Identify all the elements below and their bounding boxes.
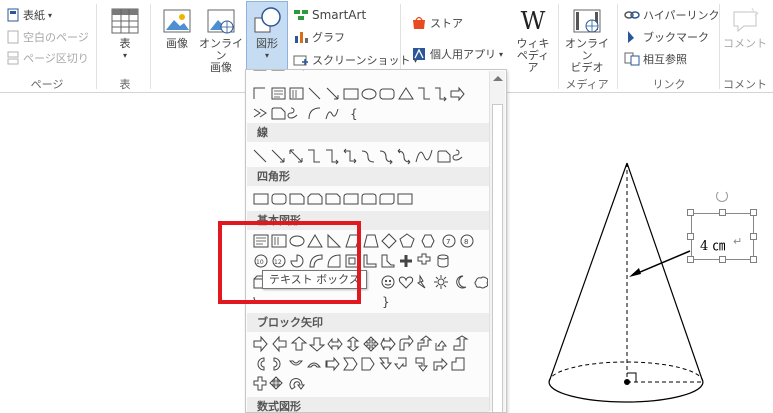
group-separator xyxy=(719,4,720,89)
links-group-label: リンク xyxy=(652,78,686,91)
chevron-down-icon: ▾ xyxy=(48,10,53,20)
closing-brace-shape[interactable]: } xyxy=(382,295,390,309)
online-video-icon xyxy=(573,9,601,33)
svg-text:7: 7 xyxy=(446,238,450,246)
textbox-text[interactable]: 4 ㎝ xyxy=(700,235,725,254)
text-box-tooltip: テキスト ボックス xyxy=(262,270,367,289)
basic-shapes-row-2[interactable]: 10 12 xyxy=(252,252,488,270)
picture-button[interactable]: 画像 xyxy=(160,6,194,50)
chevron-down-icon: ▾ xyxy=(122,51,127,60)
page-break-icon xyxy=(6,51,20,65)
category-lines: 線 xyxy=(247,123,489,142)
resize-handle-sw[interactable] xyxy=(687,256,694,263)
height-textbox[interactable]: 4 ㎝ ↵ xyxy=(691,213,754,260)
recent-shapes-row-2[interactable]: { xyxy=(252,105,488,123)
basic-shapes-row-4[interactable]: } xyxy=(252,293,488,311)
recent-shapes-row-clipped xyxy=(253,70,304,71)
table-button[interactable]: 表 ▾ xyxy=(108,6,142,62)
resize-handle-ne[interactable] xyxy=(750,209,757,216)
svg-text:8: 8 xyxy=(464,238,468,246)
line-shapes-row[interactable] xyxy=(252,147,488,165)
svg-text:12: 12 xyxy=(274,259,282,266)
category-equation-shapes: 数式図形 xyxy=(247,397,489,412)
wikipedia-button[interactable]: W ウィキ ペディア xyxy=(513,6,553,74)
resize-handle-n[interactable] xyxy=(719,209,726,216)
bar-chart-icon xyxy=(293,30,309,44)
my-apps-icon xyxy=(411,46,427,62)
paragraph-mark-icon: ↵ xyxy=(733,235,743,248)
wikipedia-icon: W xyxy=(520,7,546,35)
screenshot-icon xyxy=(293,53,309,67)
resize-handle-w[interactable] xyxy=(687,233,694,240)
cover-page-icon xyxy=(6,8,20,22)
my-apps-button[interactable]: 個人用アプリ ▾ xyxy=(411,45,503,63)
online-picture-icon xyxy=(207,9,235,34)
category-rectangles: 四角形 xyxy=(247,167,489,186)
rectangle-shapes-row[interactable] xyxy=(252,190,488,208)
bookmark-button[interactable]: ブックマーク xyxy=(624,28,709,46)
resize-handle-e[interactable] xyxy=(750,233,757,240)
cross-reference-icon xyxy=(624,52,640,66)
shapes-button[interactable]: 図形 ▾ xyxy=(246,1,288,71)
chevron-down-icon: ▾ xyxy=(499,49,504,59)
gallery-scrollbar[interactable] xyxy=(489,71,505,412)
group-separator xyxy=(617,4,618,89)
basic-shapes-row-1[interactable]: 7 8 xyxy=(252,232,488,250)
cover-page-button[interactable]: 表紙 ▾ xyxy=(6,6,52,24)
group-separator xyxy=(96,4,97,89)
online-picture-button[interactable]: オンライン 画像 xyxy=(198,6,244,74)
resize-handle-s[interactable] xyxy=(719,256,726,263)
comment-icon xyxy=(733,7,759,33)
smartart-button[interactable]: SmartArt xyxy=(293,6,366,24)
group-separator xyxy=(558,4,559,89)
shapes-gallery-dropdown: { 線 四角形 基本図形 7 8 10 12} ブロック矢印 数式図形 xyxy=(245,69,507,413)
table-icon xyxy=(111,8,139,34)
link-icon xyxy=(624,8,640,22)
chart-button[interactable]: グラフ xyxy=(293,28,345,46)
screenshot-button[interactable]: スクリーンショット ▾ xyxy=(293,51,417,69)
rotate-handle-icon[interactable] xyxy=(716,190,728,202)
table-group-label: 表 xyxy=(119,78,131,91)
store-button[interactable]: ストア xyxy=(411,14,463,32)
resize-handle-se[interactable] xyxy=(750,256,757,263)
store-icon xyxy=(411,15,427,31)
recent-shapes-row[interactable] xyxy=(252,85,488,103)
block-arrows-row-1[interactable] xyxy=(252,335,488,353)
curly-brace-shape[interactable]: { xyxy=(350,107,358,121)
block-arrows-row-3[interactable] xyxy=(252,375,488,393)
page-group-label: ページ xyxy=(30,78,64,91)
media-group-label: メディア xyxy=(565,78,609,91)
picture-icon xyxy=(163,9,191,33)
category-basic-shapes: 基本図形 xyxy=(247,211,489,230)
page-break-button[interactable]: ページ区切り xyxy=(6,49,89,67)
chevron-down-icon: ▾ xyxy=(264,51,269,60)
resize-handle-nw[interactable] xyxy=(687,209,694,216)
svg-text:10: 10 xyxy=(256,259,264,266)
bookmark-icon xyxy=(624,30,640,44)
hyperlink-button[interactable]: ハイパーリンク xyxy=(624,6,720,24)
block-arrows-row-2[interactable] xyxy=(252,355,488,373)
comment-button[interactable]: コメント xyxy=(721,6,769,50)
blank-page-button[interactable]: 空白のページ xyxy=(6,28,89,46)
cross-reference-button[interactable]: 相互参照 xyxy=(624,50,687,68)
smartart-icon xyxy=(293,8,309,22)
scrollbar-thumb[interactable] xyxy=(492,104,503,412)
group-separator xyxy=(150,4,151,89)
blank-page-icon xyxy=(6,30,20,44)
scroll-up-arrow-icon[interactable] xyxy=(493,76,503,81)
comments-group-label: コメント xyxy=(723,78,767,91)
shapes-icon xyxy=(254,7,281,33)
online-video-button[interactable]: オンライン ビデオ xyxy=(562,6,612,74)
category-block-arrows: ブロック矢印 xyxy=(247,313,489,332)
